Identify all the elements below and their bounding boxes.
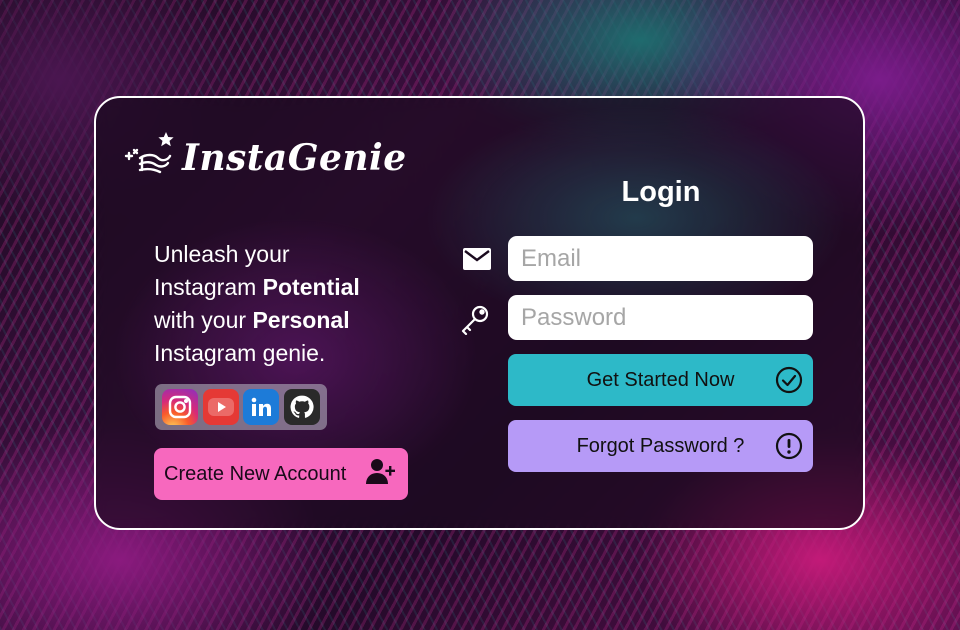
brand-name: InstaGenie bbox=[182, 137, 407, 179]
check-circle-icon bbox=[775, 366, 803, 394]
linkedin-icon[interactable] bbox=[243, 389, 280, 425]
github-icon[interactable] bbox=[284, 389, 321, 425]
create-account-button[interactable]: Create New Account bbox=[154, 448, 408, 500]
genie-lamp-icon bbox=[122, 128, 178, 188]
tagline-personal: Personal bbox=[252, 307, 350, 333]
forgot-password-label: Forgot Password ? bbox=[576, 434, 745, 457]
tagline-line2: Instagram bbox=[154, 274, 263, 300]
tagline-line1: Unleash your bbox=[154, 241, 290, 267]
brand-logo[interactable]: InstaGenie bbox=[122, 128, 407, 188]
exclamation-circle-icon bbox=[775, 432, 803, 460]
instagram-icon[interactable] bbox=[161, 389, 198, 425]
password-input[interactable] bbox=[508, 295, 813, 340]
tagline-potential: Potential bbox=[262, 274, 360, 300]
add-user-icon bbox=[366, 457, 396, 491]
mail-icon bbox=[460, 242, 494, 276]
get-started-button[interactable]: Get Started Now bbox=[508, 354, 813, 406]
social-links bbox=[155, 384, 327, 430]
email-input[interactable] bbox=[508, 236, 813, 281]
create-account-label: Create New Account bbox=[164, 462, 347, 485]
tagline-line4: Instagram genie. bbox=[154, 340, 326, 366]
login-title: Login bbox=[621, 176, 701, 208]
youtube-icon[interactable] bbox=[202, 389, 239, 425]
tagline: Unleash your Instagram Potential with yo… bbox=[154, 238, 434, 370]
key-icon bbox=[458, 302, 492, 336]
login-card: InstaGenie Unleash your Instagram Potent… bbox=[94, 96, 865, 530]
tagline-line3: with your bbox=[154, 307, 253, 333]
get-started-label: Get Started Now bbox=[586, 368, 735, 391]
forgot-password-button[interactable]: Forgot Password ? bbox=[508, 420, 813, 472]
